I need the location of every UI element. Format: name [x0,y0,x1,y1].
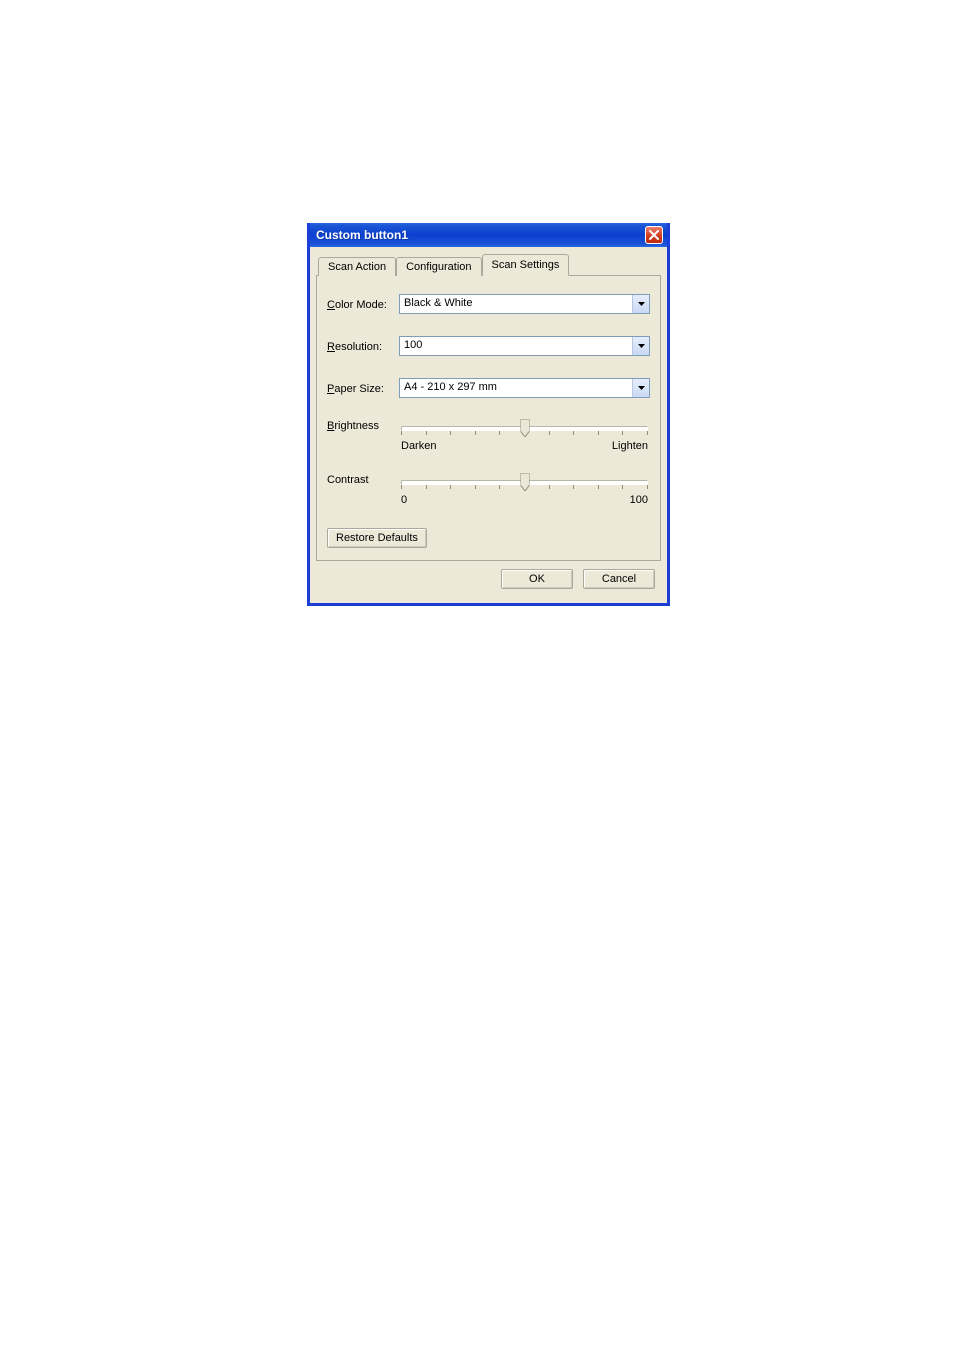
label-paper-size: Paper Size: [327,381,399,395]
paper-size-dropdown-arrow[interactable] [632,379,649,397]
brightness-slider[interactable]: Darken Lighten [399,420,650,452]
color-mode-dropdown-arrow[interactable] [632,295,649,313]
resolution-dropdown-arrow[interactable] [632,337,649,355]
tab-scan-action[interactable]: Scan Action [318,257,396,276]
client-area: Scan Action Configuration Scan Settings … [310,247,667,603]
paper-size-value: A4 - 210 x 297 mm [400,379,632,397]
resolution-select[interactable]: 100 [399,336,650,356]
color-mode-select[interactable]: Black & White [399,294,650,314]
row-color-mode: Color Mode: Black & White [327,294,650,314]
row-contrast: Contrast 0 100 [327,474,650,506]
label-brightness: Brightness [327,420,399,432]
label-color-mode: Color Mode: [327,297,399,311]
chevron-down-icon [638,344,645,348]
dialog-footer: OK Cancel [316,561,661,593]
slider-thumb-icon [520,419,529,437]
color-mode-value: Black & White [400,295,632,313]
row-brightness: Brightness Darken Lighten [327,420,650,452]
label-contrast: Contrast [327,474,399,486]
paper-size-select[interactable]: A4 - 210 x 297 mm [399,378,650,398]
contrast-slider[interactable]: 0 100 [399,474,650,506]
row-resolution: Resolution: 100 [327,336,650,356]
contrast-thumb[interactable] [520,473,529,491]
tab-panel: Color Mode: Black & White Resolution: 10… [316,276,661,561]
restore-defaults-button[interactable]: Restore Defaults [327,528,427,548]
row-paper-size: Paper Size: A4 - 210 x 297 mm [327,378,650,398]
ok-button[interactable]: OK [501,569,573,589]
brightness-labels: Darken Lighten [399,440,650,452]
close-icon [649,230,659,240]
brightness-thumb[interactable] [520,419,529,437]
restore-row: Restore Defaults [327,528,650,548]
chevron-down-icon [638,302,645,306]
slider-thumb-icon [520,473,529,491]
titlebar[interactable]: Custom button1 [310,223,667,247]
contrast-left-label: 0 [401,494,407,506]
close-button[interactable] [645,226,663,244]
brightness-right-label: Lighten [612,440,648,452]
window-title: Custom button1 [316,228,408,242]
contrast-labels: 0 100 [399,494,650,506]
contrast-track[interactable] [399,474,650,490]
tab-strip: Scan Action Configuration Scan Settings [316,253,661,276]
tab-scan-settings[interactable]: Scan Settings [482,254,570,276]
contrast-right-label: 100 [630,494,648,506]
chevron-down-icon [638,386,645,390]
dialog-window: Custom button1 Scan Action Configuration… [307,223,670,606]
cancel-button[interactable]: Cancel [583,569,655,589]
resolution-value: 100 [400,337,632,355]
brightness-track[interactable] [399,420,650,436]
label-resolution: Resolution: [327,339,399,353]
brightness-left-label: Darken [401,440,436,452]
tab-configuration[interactable]: Configuration [396,257,481,276]
